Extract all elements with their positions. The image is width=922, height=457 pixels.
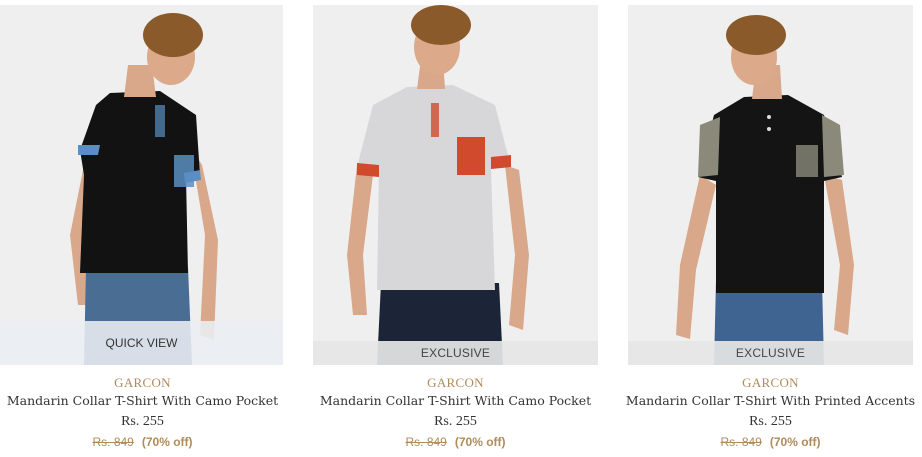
product-brand: GARCON xyxy=(742,375,799,390)
product-price: Rs. 255 xyxy=(749,414,792,429)
discount-label: (70% off) xyxy=(454,435,506,449)
product-old-price: Rs. 849 (70% off) xyxy=(0,435,285,449)
product-card[interactable]: QUICK VIEW GARCON Mandarin Collar T-Shir… xyxy=(0,0,285,457)
product-old-price: Rs. 849 (70% off) xyxy=(628,435,913,449)
discount-label: (70% off) xyxy=(769,435,821,449)
product-card[interactable]: EXCLUSIVE GARCON Mandarin Collar T-Shirt… xyxy=(313,0,598,457)
exclusive-badge: EXCLUSIVE xyxy=(313,341,598,365)
product-image[interactable]: QUICK VIEW xyxy=(0,5,283,365)
product-title[interactable]: Mandarin Collar T-Shirt With Printed Acc… xyxy=(622,393,919,408)
discount-label: (70% off) xyxy=(141,435,193,449)
product-image[interactable]: EXCLUSIVE xyxy=(313,5,598,365)
product-card[interactable]: EXCLUSIVE GARCON Mandarin Collar T-Shirt… xyxy=(626,0,915,457)
product-image[interactable]: EXCLUSIVE xyxy=(628,5,913,365)
quick-view-button[interactable]: QUICK VIEW xyxy=(0,321,283,365)
mrp-price: Rs. 849 xyxy=(405,435,447,449)
model-photo xyxy=(347,5,529,365)
mrp-price: Rs. 849 xyxy=(92,435,134,449)
product-old-price: Rs. 849 (70% off) xyxy=(313,435,598,449)
exclusive-badge: EXCLUSIVE xyxy=(628,341,913,365)
product-price: Rs. 255 xyxy=(434,414,477,429)
product-brand: GARCON xyxy=(114,375,171,390)
mrp-price: Rs. 849 xyxy=(720,435,762,449)
model-photo xyxy=(70,13,218,365)
product-price: Rs. 255 xyxy=(121,414,164,429)
product-brand: GARCON xyxy=(427,375,484,390)
model-photo xyxy=(676,15,854,365)
product-title[interactable]: Mandarin Collar T-Shirt With Camo Pocket xyxy=(0,393,291,408)
product-title[interactable]: Mandarin Collar T-Shirt With Camo Pocket xyxy=(307,393,604,408)
